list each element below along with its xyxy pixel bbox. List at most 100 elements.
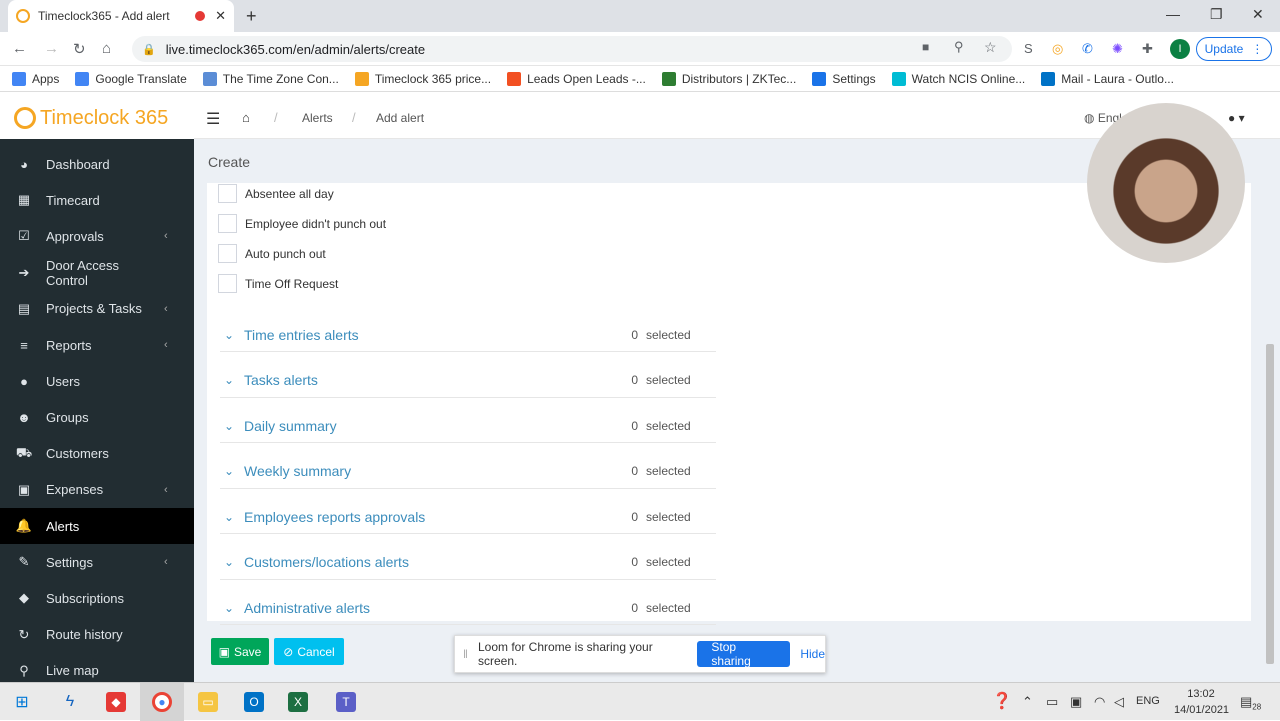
- teams-icon[interactable]: T: [336, 692, 356, 712]
- help-icon[interactable]: ❓: [992, 691, 1012, 711]
- breadcrumb-home-icon[interactable]: ⌂: [242, 110, 250, 125]
- back-icon[interactable]: ←: [12, 40, 27, 57]
- sidebar-item-users[interactable]: ● Users: [0, 363, 194, 399]
- power-automate-icon[interactable]: ϟ: [60, 692, 80, 712]
- bookmark-star-icon[interactable]: ☆: [984, 39, 997, 56]
- new-tab-button[interactable]: +: [246, 6, 257, 27]
- address-bar[interactable]: 🔒 live.timeclock365.com/en/admin/alerts/…: [132, 36, 1012, 62]
- forward-icon[interactable]: →: [44, 40, 59, 57]
- extensions-puzzle-icon[interactable]: ✚: [1142, 41, 1153, 57]
- battery-icon[interactable]: ▭: [1046, 694, 1058, 710]
- stop-sharing-button[interactable]: Stop sharing: [697, 640, 791, 668]
- sidebar-item-timecard[interactable]: ▦ Timecard: [0, 182, 194, 218]
- chevron-left-icon: ‹: [164, 302, 168, 315]
- checkbox[interactable]: [218, 214, 237, 233]
- chevron-down-icon[interactable]: ⌄: [220, 601, 244, 615]
- chevron-down-icon[interactable]: ⌄: [220, 419, 244, 433]
- hide-button[interactable]: Hide: [800, 647, 825, 661]
- bookmark-item[interactable]: Google Translate: [75, 71, 187, 86]
- section-title[interactable]: Employees reports approvals: [244, 509, 624, 525]
- file-explorer-icon[interactable]: ▭: [198, 692, 218, 712]
- clock-date: 14/01/2021: [1174, 704, 1230, 716]
- close-tab-icon[interactable]: ✕: [215, 8, 226, 24]
- app-logo[interactable]: Timeclock 365: [0, 97, 194, 139]
- sidebar-item-reports[interactable]: ≡ Reports ‹: [0, 327, 194, 363]
- section-title[interactable]: Time entries alerts: [244, 327, 624, 343]
- chevron-down-icon[interactable]: ⌄: [220, 373, 244, 387]
- chevron-down-icon[interactable]: ⌄: [220, 328, 244, 342]
- alert-section-daily-summary[interactable]: ⌄ Daily summary 0 selected: [220, 409, 716, 443]
- alert-section-employees-reports-approvals[interactable]: ⌄ Employees reports approvals 0 selected: [220, 500, 716, 534]
- excel-icon[interactable]: X: [288, 692, 308, 712]
- reload-icon[interactable]: ↻: [73, 40, 86, 58]
- chevron-down-icon[interactable]: ⌄: [220, 464, 244, 478]
- bookmark-item[interactable]: The Time Zone Con...: [202, 71, 339, 86]
- chevron-down-icon[interactable]: ⌄: [220, 555, 244, 569]
- webcam-bubble[interactable]: [1087, 103, 1245, 263]
- windows-start-icon[interactable]: ⊞: [12, 692, 32, 712]
- bookmark-item[interactable]: Apps: [12, 71, 59, 86]
- sidebar-item-route-history[interactable]: ↻ Route history: [0, 617, 194, 653]
- tray-chevron-icon[interactable]: ⌃: [1022, 694, 1033, 710]
- update-button[interactable]: Update ⋮: [1196, 37, 1272, 61]
- profile-avatar[interactable]: I: [1170, 39, 1190, 59]
- sidebar-item-projects-tasks[interactable]: ▤ Projects & Tasks ‹: [0, 291, 194, 327]
- sidebar-item-subscriptions[interactable]: ◆ Subscriptions: [0, 580, 194, 616]
- save-button[interactable]: ▣ Save: [211, 638, 269, 665]
- chevron-down-icon[interactable]: ⌄: [220, 510, 244, 524]
- zoom-icon[interactable]: ⚲: [954, 39, 964, 55]
- sidebar-item-alerts[interactable]: 🔔 Alerts: [0, 508, 194, 544]
- cancel-button[interactable]: ⊘ Cancel: [274, 638, 344, 665]
- section-title[interactable]: Administrative alerts: [244, 600, 624, 616]
- anydesk-icon[interactable]: ◆: [106, 692, 126, 712]
- outlook-icon[interactable]: O: [244, 692, 264, 712]
- bookmark-item[interactable]: Watch NCIS Online...: [891, 71, 1025, 86]
- scrollbar[interactable]: [1266, 344, 1274, 664]
- bookmark-item[interactable]: Leads Open Leads -...: [507, 71, 646, 86]
- user-menu-icon[interactable]: ● ▾: [1228, 111, 1245, 125]
- checkbox[interactable]: [218, 184, 237, 203]
- section-title[interactable]: Customers/locations alerts: [244, 554, 624, 570]
- section-title[interactable]: Tasks alerts: [244, 372, 624, 388]
- browser-tab[interactable]: Timeclock365 - Add alert ✕: [8, 0, 234, 32]
- sidebar-item-expenses[interactable]: ▣ Expenses ‹: [0, 472, 194, 508]
- sidebar-item-approvals[interactable]: ☑ Approvals ‹: [0, 218, 194, 254]
- bookmark-item[interactable]: Mail - Laura - Outlo...: [1041, 71, 1174, 86]
- camera-icon[interactable]: ■: [922, 40, 929, 54]
- checkbox[interactable]: [218, 274, 237, 293]
- sidebar-item-door-access-control[interactable]: ➔ Door Access Control: [0, 255, 194, 291]
- section-title[interactable]: Daily summary: [244, 418, 624, 434]
- notification-icon[interactable]: ▤28: [1240, 694, 1261, 712]
- extension-timeclock-icon[interactable]: ◎: [1052, 41, 1063, 57]
- input-language[interactable]: ENG: [1136, 695, 1160, 707]
- display-icon[interactable]: ▣: [1070, 694, 1082, 710]
- checkbox[interactable]: [218, 244, 237, 263]
- alert-section-weekly-summary[interactable]: ⌄ Weekly summary 0 selected: [220, 455, 716, 489]
- extension-loom-icon[interactable]: ✺: [1112, 41, 1123, 57]
- window-close-icon[interactable]: ✕: [1252, 6, 1264, 23]
- alert-section-tasks-alerts[interactable]: ⌄ Tasks alerts 0 selected: [220, 364, 716, 398]
- wifi-icon[interactable]: ◠: [1094, 694, 1105, 710]
- extension-s-icon[interactable]: S: [1024, 41, 1033, 56]
- sidebar-item-customers[interactable]: ⛟ Customers: [0, 436, 194, 472]
- volume-icon[interactable]: ◁: [1114, 694, 1124, 710]
- bookmark-item[interactable]: Settings: [812, 71, 876, 86]
- breadcrumb-alerts[interactable]: Alerts: [302, 111, 333, 125]
- drag-handle-icon[interactable]: ‖: [463, 647, 468, 661]
- minimize-icon[interactable]: —: [1166, 6, 1180, 22]
- sidebar-item-groups[interactable]: ☻ Groups: [0, 399, 194, 435]
- sidebar-item-dashboard[interactable]: ◕ Dashboard: [0, 146, 194, 182]
- alert-section-time-entries-alerts[interactable]: ⌄ Time entries alerts 0 selected: [220, 318, 716, 352]
- section-title[interactable]: Weekly summary: [244, 463, 624, 479]
- alert-section-customers-locations-alerts[interactable]: ⌄ Customers/locations alerts 0 selected: [220, 546, 716, 580]
- extension-phone-icon[interactable]: ✆: [1082, 41, 1093, 57]
- hamburger-menu-icon[interactable]: ☰: [206, 109, 220, 129]
- bookmark-item[interactable]: Distributors | ZKTec...: [661, 71, 796, 86]
- restore-icon[interactable]: ❐: [1210, 6, 1223, 23]
- home-icon[interactable]: ⌂: [102, 40, 111, 57]
- alert-section-administrative-alerts[interactable]: ⌄ Administrative alerts 0 selected: [220, 591, 716, 625]
- bookmark-item[interactable]: Timeclock 365 price...: [354, 71, 491, 86]
- clock[interactable]: 13:02 14/01/2021: [1174, 686, 1230, 718]
- sidebar-item-settings[interactable]: ✎ Settings ‹: [0, 544, 194, 580]
- chrome-icon[interactable]: ●: [152, 692, 172, 712]
